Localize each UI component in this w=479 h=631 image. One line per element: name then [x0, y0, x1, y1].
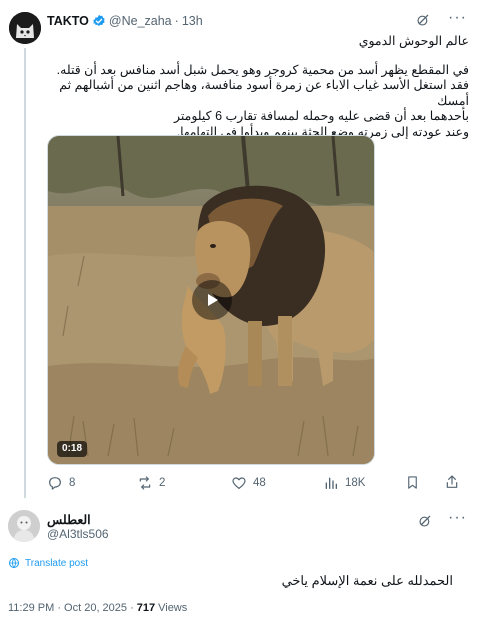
reply-avatar-image [8, 510, 40, 542]
verified-badge-icon [93, 14, 105, 26]
post-title-line: عالم الوحوش الدموي [358, 34, 469, 48]
post-header: TAKTO @Ne_zaha · 13h [47, 12, 203, 30]
translate-icon [9, 558, 19, 569]
repost-button[interactable]: 2 [137, 473, 165, 493]
author-name[interactable]: TAKTO [47, 14, 89, 28]
grok-icon[interactable] [418, 514, 432, 528]
share-icon[interactable] [444, 474, 460, 490]
grok-icon[interactable] [416, 13, 430, 27]
reply-count: 8 [69, 477, 76, 489]
views-count: 18K [345, 477, 366, 489]
main-post: TAKTO @Ne_zaha · 13h ··· عالم الوحوش الد… [0, 0, 479, 500]
reply-icon [49, 477, 61, 490]
like-icon [232, 477, 246, 489]
like-count: 48 [253, 477, 266, 489]
reply-author-avatar[interactable] [8, 510, 40, 542]
play-button[interactable] [192, 280, 232, 320]
reply-timestamp[interactable]: 11:29 PM · Oct 20, 2025 · [8, 602, 134, 614]
reply-button[interactable]: 8 [47, 473, 75, 493]
author-avatar[interactable] [9, 12, 41, 44]
thread-connector-line [24, 48, 26, 498]
cat-avatar-icon [9, 12, 41, 44]
reply-text: الحمدلله على نعمة الإسلام ياخي [281, 573, 453, 588]
views-icon [325, 477, 337, 489]
post-body: في المقطع يظهر أسد من محمية كروجر وهو يح… [49, 63, 469, 140]
like-button[interactable]: 48 [231, 473, 266, 493]
reply-views-count: 717 [136, 602, 156, 614]
more-icon[interactable]: ··· [448, 510, 467, 526]
repost-count: 2 [159, 477, 166, 489]
post-body-line: في المقطع يظهر أسد من محمية كروجر وهو يح… [56, 63, 469, 77]
header-separator: · [174, 14, 179, 28]
bookmark-icon[interactable] [405, 475, 420, 490]
reply-views-label: Views [158, 602, 188, 614]
reply-post: العطلس @Al3tls506 ··· Translate post الح… [0, 502, 479, 631]
repost-icon [139, 476, 151, 490]
reply-author-handle[interactable]: @Al3tls506 [47, 527, 109, 541]
reply-author-name[interactable]: العطلس [47, 512, 91, 527]
reply-meta: 11:29 PM · Oct 20, 2025 · 717 Views [8, 602, 187, 614]
video-duration: 0:18 [57, 441, 88, 457]
translate-post-link[interactable]: Translate post [8, 557, 88, 569]
play-icon [208, 294, 218, 306]
views-button[interactable]: 18K [323, 473, 365, 493]
post-time[interactable]: 13h [182, 14, 203, 28]
more-icon[interactable]: ··· [448, 10, 466, 28]
post-body-line: فقد استغل الأسد غياب الاباء عن زمرة أسود… [59, 78, 469, 108]
post-body-line: بأحدهما بعد أن قضى عليه وحمله لمسافة تقا… [173, 109, 469, 124]
translate-label: Translate post [25, 557, 88, 569]
author-handle[interactable]: @Ne_zaha [109, 14, 172, 28]
